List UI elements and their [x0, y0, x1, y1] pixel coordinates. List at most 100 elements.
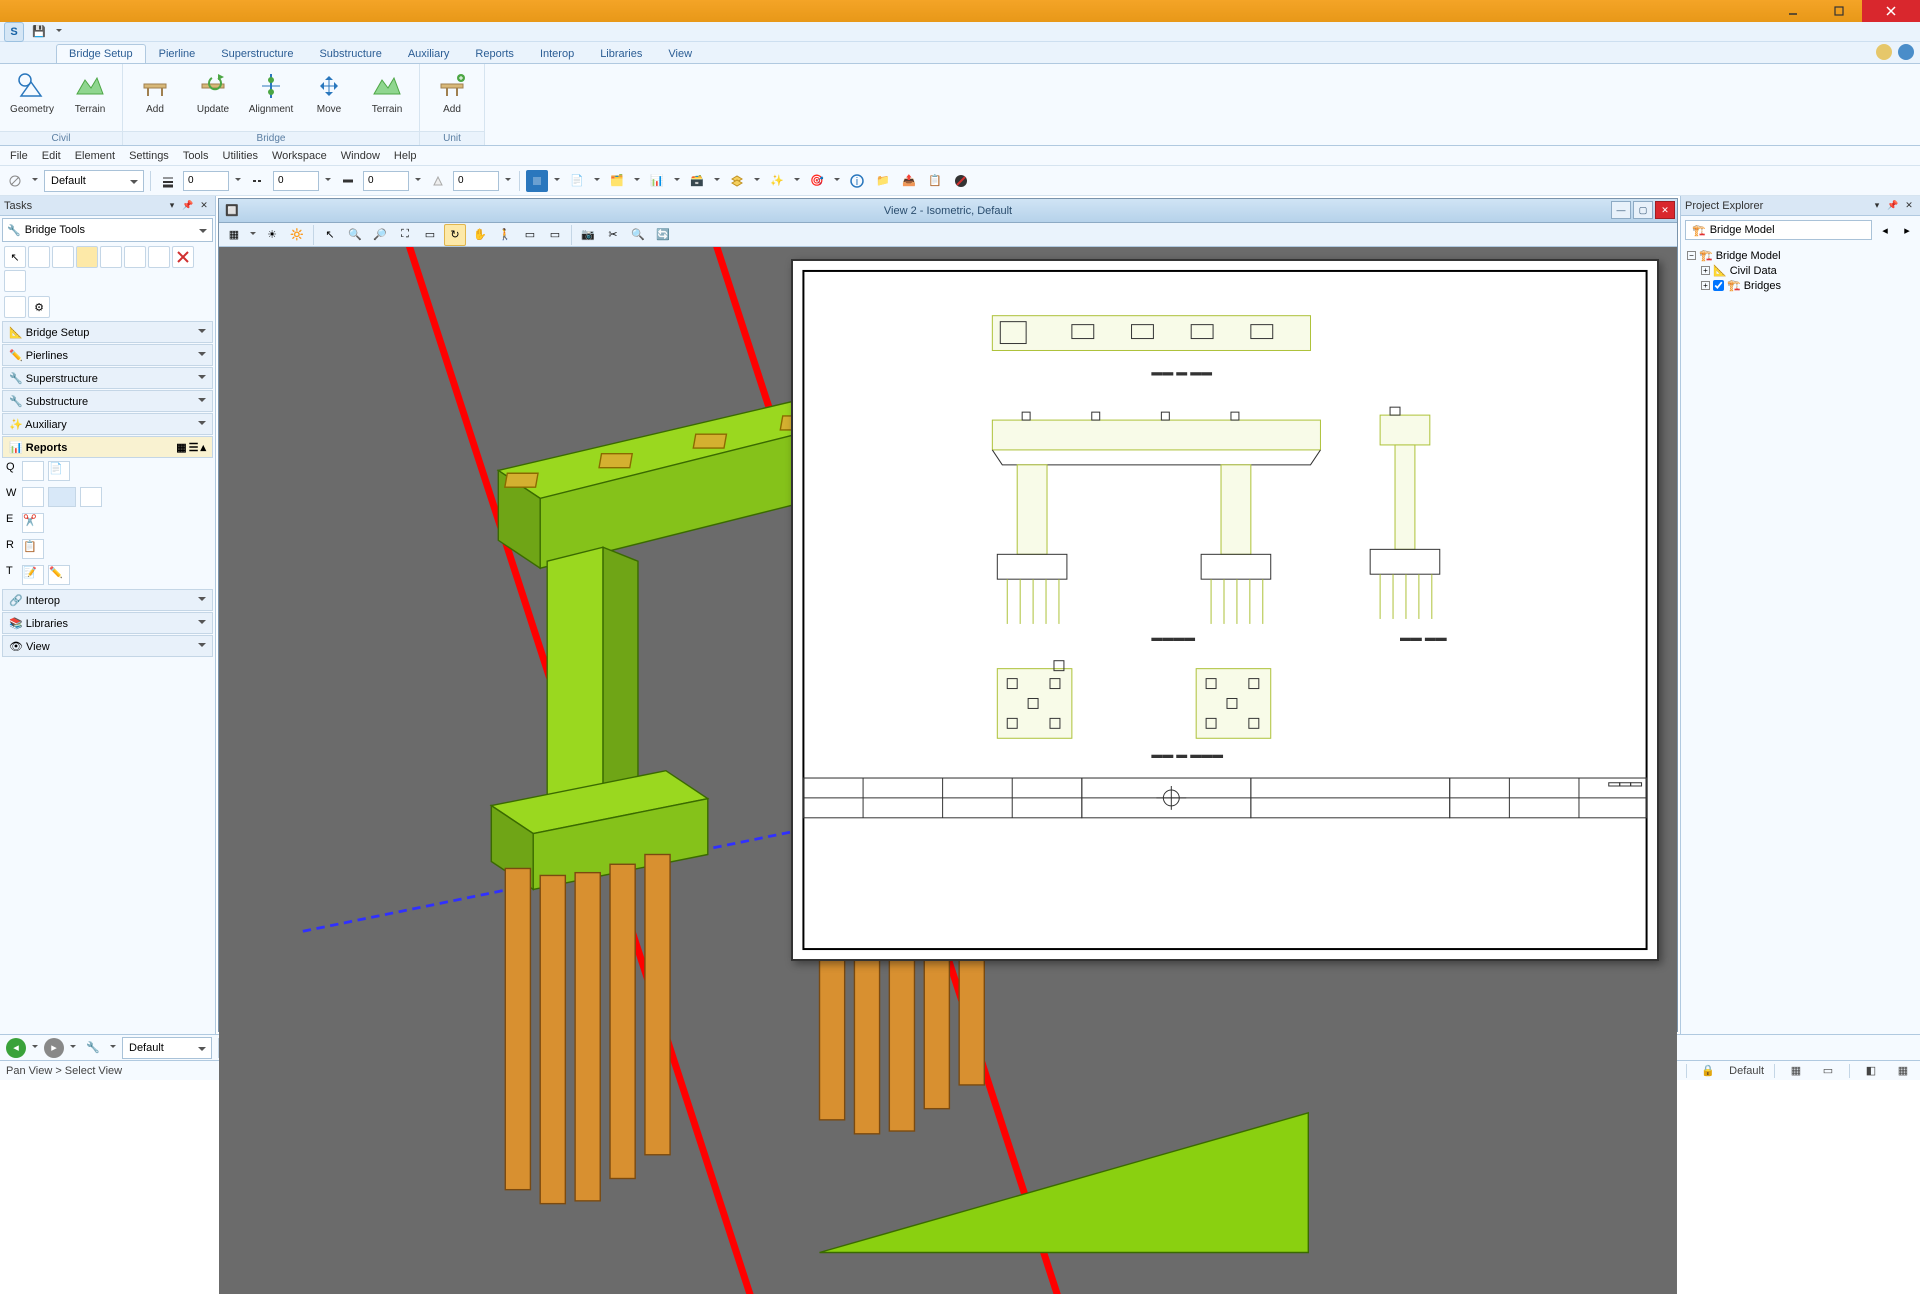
expand-icon[interactable]: + — [1701, 281, 1710, 290]
expand-icon[interactable]: + — [1701, 266, 1710, 275]
cursor-icon[interactable]: ↖ — [4, 246, 26, 268]
task-tool-5[interactable] — [100, 246, 122, 268]
status-lock-icon[interactable]: 🔒 — [1697, 1060, 1719, 1082]
ft1d[interactable] — [108, 1045, 118, 1051]
vt-zoomin-icon[interactable]: 🔍 — [344, 224, 366, 246]
lineweight-icon[interactable] — [157, 170, 179, 192]
report-r-1[interactable]: 📋 — [22, 539, 44, 559]
menu-element[interactable]: Element — [69, 148, 121, 164]
lineweight-drop[interactable] — [233, 178, 243, 184]
menu-tools[interactable]: Tools — [177, 148, 215, 164]
linestyle-spin[interactable]: 0 — [273, 171, 319, 191]
vt-box2-icon[interactable]: ▭ — [544, 224, 566, 246]
explorer-menu-icon[interactable]: ▾ — [1870, 199, 1884, 213]
tasks-menu-icon[interactable]: ▾ — [165, 199, 179, 213]
status-icon-1[interactable]: ▦ — [1785, 1060, 1807, 1082]
explorer-pin-icon[interactable]: 📌 — [1886, 199, 1900, 213]
explorer-close-icon[interactable]: ✕ — [1902, 199, 1916, 213]
vt-cursor-icon[interactable]: ↖ — [319, 224, 341, 246]
foot-combo[interactable]: Default — [122, 1037, 212, 1059]
vt-bright-icon[interactable]: 🔆 — [286, 224, 308, 246]
d2[interactable] — [632, 178, 642, 184]
tasks-close-icon[interactable]: ✕ — [197, 199, 211, 213]
task-tool-6[interactable] — [124, 246, 146, 268]
vt-cam-icon[interactable]: 📷 — [577, 224, 599, 246]
explorer-nav-left[interactable]: ◂ — [1874, 219, 1896, 241]
vt-sun-icon[interactable]: ☀ — [261, 224, 283, 246]
vt-box1-icon[interactable]: ▭ — [519, 224, 541, 246]
report-e-1[interactable]: ✂️ — [22, 513, 44, 533]
tb-cube-drop[interactable] — [552, 178, 562, 184]
linesolid-drop[interactable] — [413, 178, 423, 184]
task-section-substructure[interactable]: 🔧 Substructure — [2, 390, 213, 412]
report-t-1[interactable]: 📝 — [22, 565, 44, 585]
task-section-libraries[interactable]: 📚 Libraries — [2, 612, 213, 634]
menu-file[interactable]: File — [4, 148, 34, 164]
tb-sheet-icon[interactable]: 📋 — [924, 170, 946, 192]
menu-workspace[interactable]: Workspace — [266, 148, 333, 164]
tb-folder-icon[interactable]: 📁 — [872, 170, 894, 192]
menu-settings[interactable]: Settings — [123, 148, 175, 164]
report-t-2[interactable]: ✏️ — [48, 565, 70, 585]
linestyle-drop[interactable] — [323, 178, 333, 184]
d3[interactable] — [672, 178, 682, 184]
help-icon[interactable] — [1898, 44, 1914, 60]
minimize-button[interactable] — [1770, 0, 1816, 22]
ribbon-tab-reports[interactable]: Reports — [462, 44, 527, 63]
trans-spin[interactable]: 0 — [453, 171, 499, 191]
task-tool-7[interactable] — [148, 246, 170, 268]
report-w-3[interactable] — [80, 487, 102, 507]
tb-export-icon[interactable]: 📤 — [898, 170, 920, 192]
d1[interactable] — [592, 178, 602, 184]
ribbon-tab-view[interactable]: View — [655, 44, 705, 63]
tasks-pin-icon[interactable]: 📌 — [181, 199, 195, 213]
ribbon-tab-pierline[interactable]: Pierline — [146, 44, 209, 63]
vt-mag-icon[interactable]: 🔍 — [627, 224, 649, 246]
tasks-combo[interactable]: 🔧Bridge Tools — [2, 218, 213, 242]
task-tool-8[interactable] — [172, 246, 194, 268]
d4[interactable] — [712, 178, 722, 184]
task-tool-4[interactable] — [76, 246, 98, 268]
task-section-interop[interactable]: 🔗 Interop — [2, 589, 213, 611]
foot-tool1[interactable]: 🔧 — [82, 1037, 104, 1059]
task-tool-10[interactable] — [4, 296, 26, 318]
tb-layers-icon[interactable] — [726, 170, 748, 192]
tree-bridges[interactable]: +🏗️Bridges — [1687, 278, 1914, 293]
vt-zoomout-icon[interactable]: 🔎 — [369, 224, 391, 246]
tb-target-icon[interactable]: 🎯 — [806, 170, 828, 192]
user-icon[interactable] — [1876, 44, 1892, 60]
menu-utilities[interactable]: Utilities — [217, 148, 264, 164]
d5[interactable] — [752, 178, 762, 184]
tree-civil-data[interactable]: +📐Civil Data — [1687, 263, 1914, 278]
trans-drop[interactable] — [503, 178, 513, 184]
status-icon-4[interactable]: ▦ — [1892, 1060, 1914, 1082]
vt-window-icon[interactable]: ▭ — [419, 224, 441, 246]
ribbon-tab-auxiliary[interactable]: Auxiliary — [395, 44, 463, 63]
linestyle-icon[interactable] — [247, 170, 269, 192]
explorer-tab[interactable]: 🏗️Bridge Model — [1685, 220, 1872, 240]
task-section-superstructure[interactable]: 🔧 Superstructure — [2, 367, 213, 389]
alignment-button[interactable]: Alignment — [243, 68, 299, 129]
linesolid-spin[interactable]: 0 — [363, 171, 409, 191]
maximize-button[interactable] — [1816, 0, 1862, 22]
vt-walk-icon[interactable]: 🚶 — [494, 224, 516, 246]
task-section-bridge-setup[interactable]: 📐 Bridge Setup — [2, 321, 213, 343]
drawing-sheet[interactable]: ▬▬ ▬ ▬▬ — [791, 259, 1659, 961]
report-w-2[interactable] — [48, 487, 76, 507]
ribbon-tab-substructure[interactable]: Substructure — [306, 44, 394, 63]
grid-view-icon[interactable]: ▦ — [176, 441, 186, 454]
nav-back-drop[interactable] — [30, 1045, 40, 1051]
task-tool-2[interactable] — [28, 246, 50, 268]
vt-pan-icon[interactable]: ✋ — [469, 224, 491, 246]
tool-none-icon[interactable] — [4, 170, 26, 192]
terrain2-button[interactable]: Terrain — [359, 68, 415, 129]
vt-1d[interactable] — [248, 232, 258, 238]
vt-refresh-icon[interactable]: 🔄 — [652, 224, 674, 246]
report-q-2[interactable]: 📄 — [48, 461, 70, 481]
tb-group1-icon[interactable]: 📄 — [566, 170, 588, 192]
tb-group2-icon[interactable]: 🗂️ — [606, 170, 628, 192]
view-title-bar[interactable]: 🔲 View 2 - Isometric, Default — ▢ ✕ — [219, 199, 1677, 223]
nav-fwd-button[interactable]: ▸ — [44, 1038, 64, 1058]
tree-bridges-check[interactable] — [1713, 280, 1724, 291]
vt-rotate-icon[interactable]: ↻ — [444, 224, 466, 246]
